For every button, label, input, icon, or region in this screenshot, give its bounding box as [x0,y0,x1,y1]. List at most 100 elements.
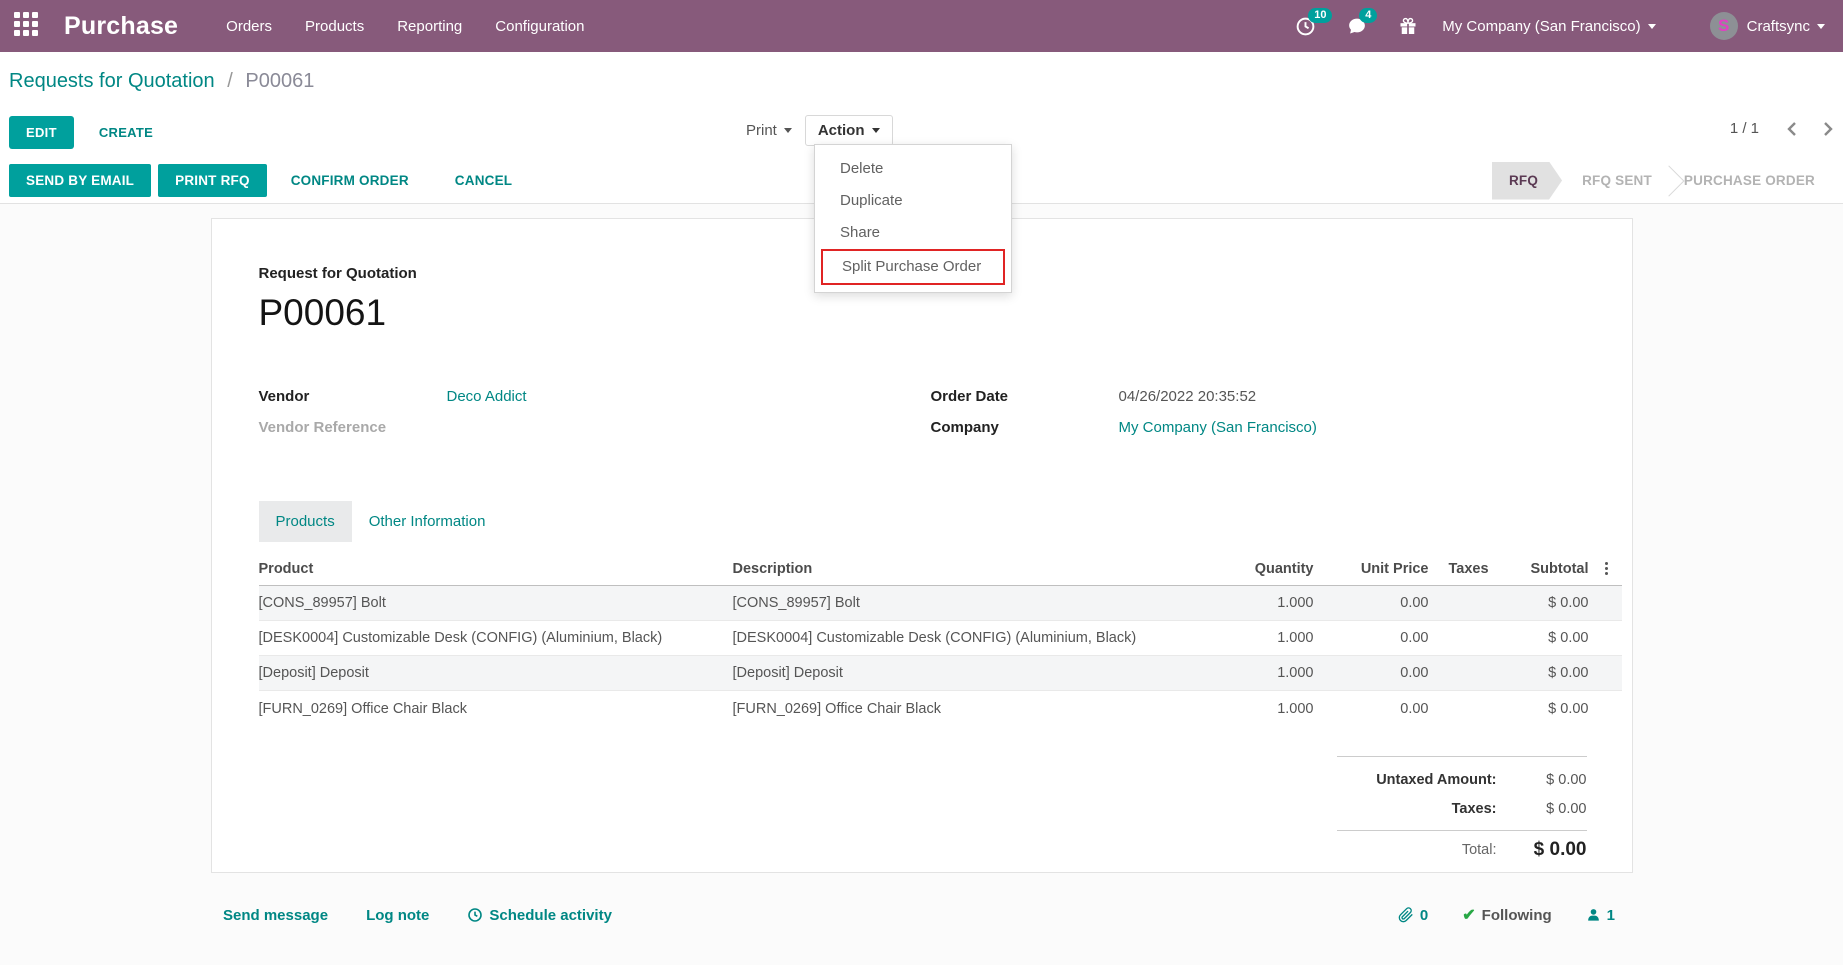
state-pipeline: RFQ RFQ SENT PURCHASE ORDER [1492,162,1835,200]
cell-description: [FURN_0269] Office Chair Black [732,700,941,717]
untaxed-amount-value: $ 0.00 [1546,771,1587,788]
purchase-app-page: Purchase Orders Products Reporting Confi… [0,0,1843,965]
pager-next-icon[interactable] [1823,121,1833,137]
taxes-value: $ 0.00 [1546,800,1587,817]
breadcrumb-current: P00061 [245,70,315,92]
action-label: Action [817,122,865,139]
activity-count-badge: 10 [1308,7,1333,23]
create-button[interactable]: CREATE [99,125,153,140]
followers-button[interactable]: 1 [1586,907,1615,924]
log-note-button[interactable]: Log note [366,907,429,924]
header-taxes[interactable]: Taxes [1429,561,1504,577]
table-row[interactable]: [DESK0004] Customizable Desk (CONFIG) (A… [258,621,1622,656]
column-options-icon[interactable] [1589,562,1624,575]
cell-unit-price: 0.00 [1400,665,1429,681]
menu-item-delete[interactable]: Delete [815,153,1011,185]
chevron-down-icon [783,128,792,133]
cancel-button[interactable]: CANCEL [438,164,529,197]
top-navbar: Purchase Orders Products Reporting Confi… [0,0,1843,52]
vendor-label: Vendor [258,388,310,405]
chevron-down-icon [1817,23,1825,29]
cell-subtotal: $ 0.00 [1548,665,1589,681]
menu-products[interactable]: Products [303,14,366,39]
untaxed-amount-label: Untaxed Amount: [1376,771,1497,788]
cell-unit-price: 0.00 [1400,630,1429,646]
company-name: My Company (San Francisco) [1442,17,1641,35]
following-button[interactable]: ✔ Following [1462,905,1551,925]
table-row[interactable]: [CONS_89957] Bolt [CONS_89957] Bolt 1.00… [258,586,1622,621]
send-by-email-button[interactable]: SEND BY EMAIL [9,164,152,197]
messages-button[interactable]: 4 [1346,7,1378,37]
vendor-value[interactable]: Deco Addict [447,388,527,405]
navbar-right: 10 4 My Company (San Francisco) S Crafts… [1265,7,1825,40]
cell-unit-price: 0.00 [1400,700,1429,717]
table-row[interactable]: [FURN_0269] Office Chair Black [FURN_026… [259,691,1622,726]
app-brand[interactable]: Purchase [64,12,178,41]
header-quantity[interactable]: Quantity [1169,561,1314,577]
tab-products[interactable]: Products [258,501,352,542]
notebook-tabs: Products Other Information [258,501,1622,542]
table-row[interactable]: [Deposit] Deposit [Deposit] Deposit 1.00… [258,656,1622,691]
user-menu[interactable]: S Craftsync [1709,12,1825,40]
print-dropdown-toggle[interactable]: Print [733,115,805,146]
send-message-button[interactable]: Send message [223,907,328,924]
cell-product: [FURN_0269] Office Chair Black [258,700,467,717]
rewards-button[interactable] [1398,16,1418,37]
menu-item-duplicate[interactable]: Duplicate [815,185,1011,217]
order-date-label: Order Date [930,388,1009,405]
order-lines-table: Product Description Quantity Unit Price … [258,552,1624,726]
total-value: $ 0.00 [1533,838,1587,860]
check-icon: ✔ [1462,907,1476,924]
action-dropdown-menu: Delete Duplicate Share Split Purchase Or… [814,144,1012,293]
action-toolbar: Print Action [733,115,893,146]
activities-button[interactable]: 10 [1295,7,1333,37]
cell-subtotal: $ 0.00 [1548,700,1589,717]
print-label: Print [746,122,777,139]
header-product[interactable]: Product [259,561,733,577]
state-rfq[interactable]: RFQ [1492,162,1562,200]
header-unit-price[interactable]: Unit Price [1314,561,1429,577]
menu-orders[interactable]: Orders [224,14,274,39]
total-label: Total: [1461,841,1497,858]
field-grid: Vendor Deco Addict Vendor Reference Orde… [259,381,1622,443]
menu-item-share[interactable]: Share [815,217,1011,249]
cell-subtotal: $ 0.00 [1548,595,1589,611]
order-date-value[interactable]: 04/26/2022 20:35:52 [1119,388,1257,405]
cell-product: [CONS_89957] Bolt [258,595,386,611]
breadcrumb-parent[interactable]: Requests for Quotation [9,70,215,92]
main-menu: Orders Products Reporting Configuration [224,14,586,39]
chatter-toolbar: Send message Log note Schedule activity … [0,873,1843,925]
paperclip-icon [1398,907,1413,923]
attachment-count: 0 [1419,906,1429,924]
company-value[interactable]: My Company (San Francisco) [1119,419,1317,436]
cell-description: [Deposit] Deposit [732,665,843,681]
schedule-activity-button[interactable]: Schedule activity [467,907,612,924]
tab-other-information[interactable]: Other Information [352,501,503,542]
message-count-badge: 4 [1359,7,1378,23]
header-description[interactable]: Description [733,561,1169,577]
cell-subtotal: $ 0.00 [1548,630,1589,646]
edit-button[interactable]: EDIT [9,115,74,149]
breadcrumb: Requests for Quotation / P00061 [0,52,1843,106]
chevron-down-icon [871,128,880,133]
apps-grid-icon[interactable] [14,12,42,40]
header-subtotal[interactable]: Subtotal [1504,561,1589,577]
pager-counter: 1 / 1 [1729,120,1759,137]
user-name: Craftsync [1746,17,1810,35]
pager-previous-icon[interactable] [1787,121,1797,137]
confirm-order-button[interactable]: CONFIRM ORDER [274,164,426,197]
taxes-label: Taxes: [1451,800,1497,817]
avatar: S [1709,12,1738,40]
attachments-button[interactable]: 0 [1398,907,1428,924]
cell-description: [CONS_89957] Bolt [732,595,860,611]
action-dropdown-toggle[interactable]: Action [804,115,893,146]
print-rfq-button[interactable]: PRINT RFQ [158,164,267,197]
following-label: Following [1481,906,1552,924]
menu-reporting[interactable]: Reporting [395,14,464,39]
menu-item-split-purchase-order[interactable]: Split Purchase Order [821,249,1005,285]
cell-quantity: 1.000 [1277,665,1314,681]
record-name: P00061 [258,292,387,333]
state-purchase-order[interactable]: PURCHASE ORDER [1664,162,1835,200]
company-switcher[interactable]: My Company (San Francisco) [1442,17,1656,35]
menu-configuration[interactable]: Configuration [493,14,586,39]
